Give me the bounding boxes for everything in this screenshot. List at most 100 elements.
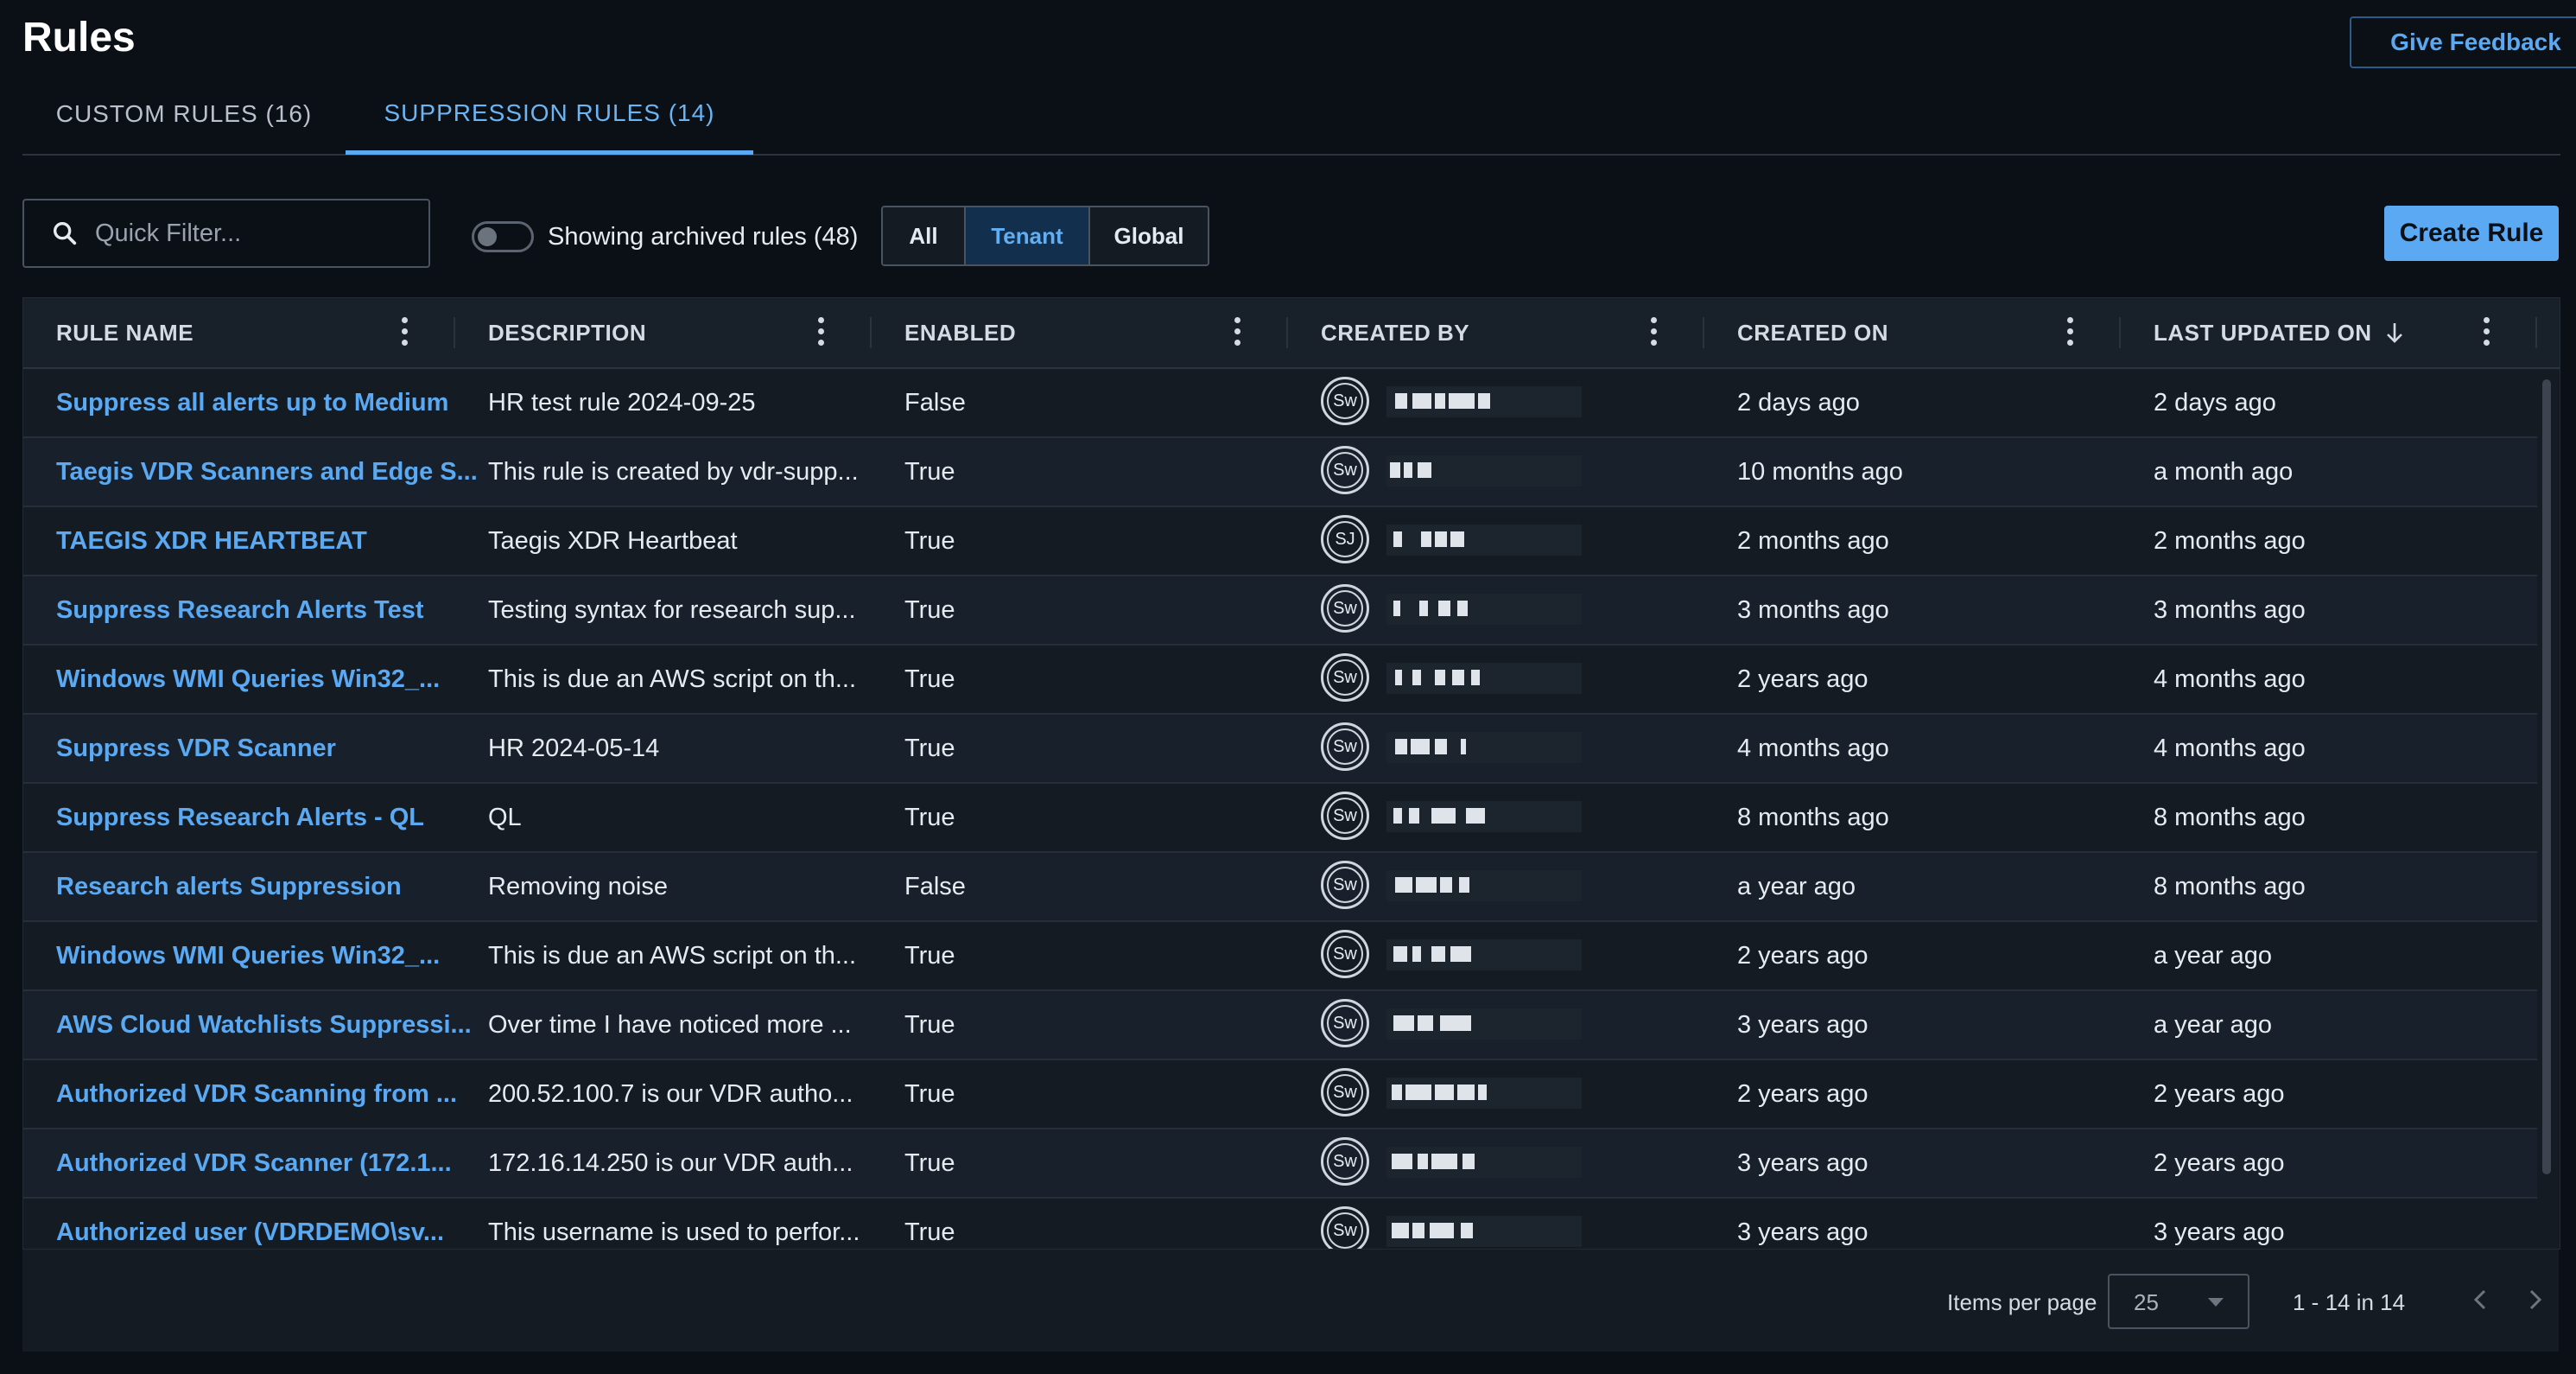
- avatar: Sw: [1321, 446, 1369, 494]
- table-row[interactable]: AWS Cloud Watchlists Suppressi... Over ti…: [23, 991, 2537, 1060]
- table-row[interactable]: Suppress VDR Scanner HR 2024-05-14 True Sw 4…: [23, 715, 2537, 784]
- table-row[interactable]: Research alerts Suppression Removing nois…: [23, 853, 2537, 922]
- kebab-menu-icon[interactable]: [818, 317, 825, 348]
- redacted-username: [1386, 386, 1582, 417]
- rule-description: HR 2024-05-14: [488, 734, 660, 762]
- rule-name-link[interactable]: Taegis VDR Scanners and Edge S...: [56, 438, 478, 506]
- table-row[interactable]: Authorized VDR Scanner (172.1... 172.16.1…: [23, 1129, 2537, 1199]
- rule-name-link[interactable]: Authorized VDR Scanning from ...: [56, 1060, 457, 1128]
- rule-last-updated-on: 3 years ago: [2154, 1218, 2285, 1246]
- rule-created-on: 3 months ago: [1737, 595, 1889, 624]
- avatar: SJ: [1321, 515, 1369, 563]
- items-per-page-label: Items per page: [1947, 1289, 2097, 1315]
- table-row[interactable]: Suppress all alerts up to Medium HR test …: [23, 369, 2537, 438]
- quick-filter[interactable]: [22, 199, 430, 268]
- rule-last-updated-on: 8 months ago: [2154, 872, 2306, 900]
- items-per-page-select[interactable]: 25: [2108, 1274, 2249, 1329]
- filter-all-button[interactable]: All: [883, 207, 966, 264]
- kebab-menu-icon[interactable]: [2484, 317, 2490, 348]
- give-feedback-button[interactable]: Give Feedback: [2350, 16, 2576, 68]
- rule-description: This username is used to perfor...: [488, 1218, 860, 1246]
- rule-name-link[interactable]: Authorized user (VDRDEMO\sv...: [56, 1199, 444, 1249]
- avatar: Sw: [1321, 722, 1369, 771]
- archived-toggle[interactable]: [472, 221, 534, 252]
- rule-name-link[interactable]: Research alerts Suppression: [56, 853, 402, 920]
- rule-name-link[interactable]: Authorized VDR Scanner (172.1...: [56, 1129, 452, 1197]
- rule-enabled: True: [904, 457, 955, 486]
- items-per-page-value: 25: [2134, 1289, 2159, 1315]
- rule-enabled: True: [904, 1079, 955, 1108]
- kebab-menu-icon[interactable]: [1234, 317, 1241, 348]
- rule-name-link[interactable]: Windows WMI Queries Win32_...: [56, 922, 440, 989]
- rule-name-link[interactable]: AWS Cloud Watchlists Suppressi...: [56, 991, 472, 1059]
- filter-tenant-button[interactable]: Tenant: [966, 207, 1090, 264]
- table-scrollbar[interactable]: [2539, 369, 2554, 1247]
- column-header-created-by[interactable]: CREATED BY: [1321, 298, 1469, 367]
- rule-name-link[interactable]: Suppress Research Alerts Test: [56, 576, 424, 644]
- rule-name-link[interactable]: Windows WMI Queries Win32_...: [56, 646, 440, 713]
- table-row[interactable]: Windows WMI Queries Win32_... This is due…: [23, 646, 2537, 715]
- redacted-username: [1386, 594, 1582, 625]
- redacted-username: [1386, 1078, 1582, 1109]
- redacted-username: [1386, 663, 1582, 694]
- table-row[interactable]: Taegis VDR Scanners and Edge S... This ru…: [23, 438, 2537, 507]
- quick-filter-input[interactable]: [93, 218, 425, 249]
- table-row[interactable]: Suppress Research Alerts - QL QL True Sw 8 m…: [23, 784, 2537, 853]
- rule-created-on: 2 years ago: [1737, 941, 1869, 970]
- avatar: Sw: [1321, 1206, 1369, 1249]
- table-row[interactable]: Windows WMI Queries Win32_... This is due…: [23, 922, 2537, 991]
- create-rule-button[interactable]: Create Rule: [2384, 206, 2559, 261]
- column-header-enabled[interactable]: ENABLED: [904, 298, 1016, 367]
- rule-name-link[interactable]: Suppress VDR Scanner: [56, 715, 336, 782]
- column-header-created-on[interactable]: CREATED ON: [1737, 298, 1888, 367]
- rule-enabled: True: [904, 526, 955, 555]
- rule-last-updated-on: 4 months ago: [2154, 665, 2306, 693]
- rule-description: Over time I have noticed more ...: [488, 1010, 852, 1039]
- table-row[interactable]: Suppress Research Alerts Test Testing syn…: [23, 576, 2537, 646]
- kebab-menu-icon[interactable]: [1651, 317, 1658, 348]
- avatar: Sw: [1321, 1137, 1369, 1186]
- rule-last-updated-on: 2 months ago: [2154, 526, 2306, 555]
- tab-custom-rules[interactable]: CUSTOM RULES (16): [22, 76, 346, 152]
- kebab-menu-icon[interactable]: [2067, 317, 2074, 348]
- avatar: Sw: [1321, 999, 1369, 1047]
- scroll-thumb[interactable]: [2542, 379, 2551, 1174]
- redacted-username: [1386, 801, 1582, 832]
- rule-name-link[interactable]: TAEGIS XDR HEARTBEAT: [56, 507, 367, 575]
- table-row[interactable]: TAEGIS XDR HEARTBEAT Taegis XDR Heartbeat…: [23, 507, 2537, 576]
- rule-created-on: 2 years ago: [1737, 1079, 1869, 1108]
- filter-global-button[interactable]: Global: [1090, 207, 1208, 264]
- avatar: Sw: [1321, 377, 1369, 425]
- rule-name-link[interactable]: Suppress all alerts up to Medium: [56, 369, 448, 436]
- redacted-username: [1386, 939, 1582, 970]
- table-row[interactable]: Authorized user (VDRDEMO\sv... This usern…: [23, 1199, 2537, 1249]
- chevron-right-icon[interactable]: [2522, 1284, 2548, 1315]
- rule-created-on: 8 months ago: [1737, 803, 1889, 831]
- rule-name-link[interactable]: Suppress Research Alerts - QL: [56, 784, 424, 851]
- page-title: Rules: [22, 15, 136, 60]
- column-header-description[interactable]: DESCRIPTION: [488, 298, 646, 367]
- rule-last-updated-on: 3 months ago: [2154, 595, 2306, 624]
- redacted-username: [1386, 525, 1582, 556]
- redacted-username: [1386, 732, 1582, 763]
- rule-created-on: 4 months ago: [1737, 734, 1889, 762]
- column-header-rule-name[interactable]: RULE NAME: [56, 298, 194, 367]
- column-header-label: LAST UPDATED ON: [2154, 319, 2372, 346]
- sort-down-arrow-icon[interactable]: [2384, 321, 2405, 345]
- table-row[interactable]: Authorized VDR Scanning from ... 200.52.1…: [23, 1060, 2537, 1129]
- column-header-last-updated-on[interactable]: LAST UPDATED ON: [2154, 298, 2405, 367]
- tab-suppression-rules[interactable]: SUPPRESSION RULES (14): [346, 76, 753, 155]
- rule-last-updated-on: 8 months ago: [2154, 803, 2306, 831]
- rule-last-updated-on: a year ago: [2154, 941, 2273, 970]
- rule-description: Taegis XDR Heartbeat: [488, 526, 738, 555]
- rules-table: RULE NAME DESCRIPTION ENABLED CREATED BY…: [22, 297, 2560, 1250]
- rule-last-updated-on: 2 years ago: [2154, 1079, 2285, 1108]
- kebab-menu-icon[interactable]: [402, 317, 409, 348]
- chevron-left-icon[interactable]: [2467, 1284, 2493, 1315]
- rule-created-on: 10 months ago: [1737, 457, 1903, 486]
- rule-description: 172.16.14.250 is our VDR auth...: [488, 1148, 853, 1177]
- search-icon: [53, 221, 77, 245]
- avatar: Sw: [1321, 792, 1369, 840]
- rule-last-updated-on: a year ago: [2154, 1010, 2273, 1039]
- rule-enabled: True: [904, 734, 955, 762]
